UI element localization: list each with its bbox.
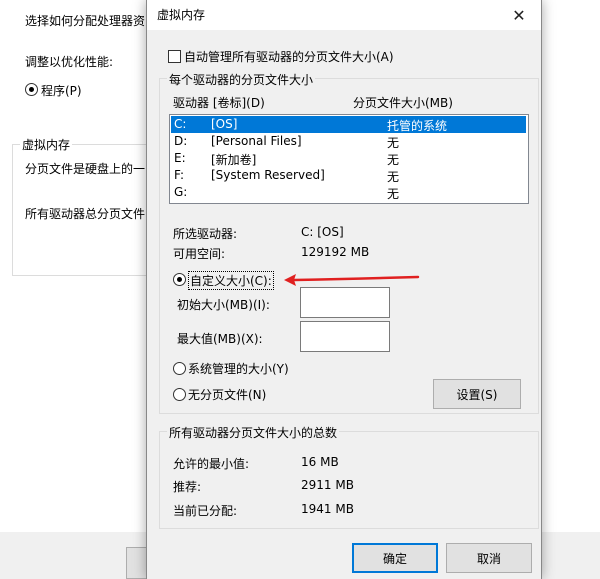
drive-label: [新加卷] [211, 153, 257, 167]
system-managed-radio[interactable] [173, 362, 186, 375]
drive-letter: E: [174, 151, 186, 165]
drive-label: [System Reserved] [211, 168, 325, 182]
bg-radio-programs-label: 程序(P) [41, 84, 82, 98]
drive-letter: G: [174, 185, 188, 199]
allocated-label: 当前已分配: [173, 504, 238, 518]
drive-size: 无 [387, 187, 400, 201]
drive-row[interactable]: C: [OS] 托管的系统 [171, 116, 526, 133]
initial-size-label: 初始大小(MB)(I): [177, 298, 270, 312]
min-allowed-value: 16 MB [301, 455, 339, 469]
cancel-button-label: 取消 [476, 551, 501, 566]
min-allowed-label: 允许的最小值: [173, 457, 250, 471]
drive-size: 托管的系统 [387, 119, 448, 133]
bg-text-total: 所有驱动器总分页文件 [25, 207, 146, 221]
selected-drive-value: C: [OS] [301, 225, 344, 239]
recommended-value: 2911 MB [301, 478, 354, 492]
cancel-button[interactable]: 取消 [446, 543, 532, 573]
drive-row[interactable]: G: 无 [171, 184, 526, 201]
custom-size-label[interactable]: 自定义大小(C): [188, 271, 274, 290]
custom-size-radio[interactable] [173, 273, 186, 286]
bg-text-adjust: 调整以优化性能: [25, 55, 114, 69]
drive-size: 无 [387, 153, 400, 167]
close-button[interactable]: ✕ [497, 0, 541, 30]
drive-size: 无 [387, 170, 400, 184]
ok-button-label: 确定 [382, 551, 407, 566]
allocated-value: 1941 MB [301, 502, 354, 516]
totals-group-label: 所有驱动器分页文件大小的总数 [167, 424, 340, 441]
annotation-arrow-icon [284, 274, 420, 286]
system-managed-label[interactable]: 系统管理的大小(Y) [188, 360, 289, 377]
drive-letter: C: [174, 117, 187, 131]
free-space-label: 可用空间: [173, 247, 226, 261]
selected-drive-label: 所选驱动器: [173, 227, 238, 241]
drive-row[interactable]: E: [新加卷] 无 [171, 150, 526, 167]
drive-letter: D: [174, 134, 188, 148]
drive-label: [Personal Files] [211, 134, 302, 148]
drive-label: [OS] [211, 117, 238, 131]
max-size-input[interactable] [300, 321, 390, 352]
drive-letter: F: [174, 168, 185, 182]
free-space-value: 129192 MB [301, 245, 370, 259]
drive-row[interactable]: D: [Personal Files] 无 [171, 133, 526, 150]
initial-size-input[interactable] [300, 287, 390, 318]
title-bar: 虚拟内存 ✕ [147, 0, 541, 30]
close-icon: ✕ [512, 5, 526, 25]
no-paging-radio[interactable] [173, 388, 186, 401]
bg-group-label: 虚拟内存 [20, 136, 73, 153]
col-header-drive: 驱动器 [卷标](D) [173, 96, 265, 110]
no-paging-label[interactable]: 无分页文件(N) [188, 386, 266, 403]
per-drive-group-label: 每个驱动器的分页文件大小 [167, 71, 316, 88]
auto-manage-checkbox[interactable] [168, 50, 181, 63]
bg-text-paging-desc: 分页文件是硬盘上的一 [25, 162, 146, 176]
col-header-size: 分页文件大小(MB) [353, 96, 453, 110]
max-size-label: 最大值(MB)(X): [177, 332, 263, 346]
drive-row[interactable]: F: [System Reserved] 无 [171, 167, 526, 184]
bg-radio-programs[interactable] [25, 83, 38, 96]
drive-size: 无 [387, 136, 400, 150]
auto-manage-label[interactable]: 自动管理所有驱动器的分页文件大小(A) [184, 48, 394, 65]
recommended-label: 推荐: [173, 480, 202, 494]
ok-button[interactable]: 确定 [352, 543, 438, 573]
set-button[interactable]: 设置(S) [433, 379, 521, 409]
dialog-title: 虚拟内存 [157, 8, 206, 22]
bg-text-processor: 选择如何分配处理器资 [25, 14, 146, 28]
set-button-label: 设置(S) [456, 387, 498, 402]
drive-list[interactable]: C: [OS] 托管的系统 D: [Personal Files] 无 E: [… [169, 114, 529, 204]
